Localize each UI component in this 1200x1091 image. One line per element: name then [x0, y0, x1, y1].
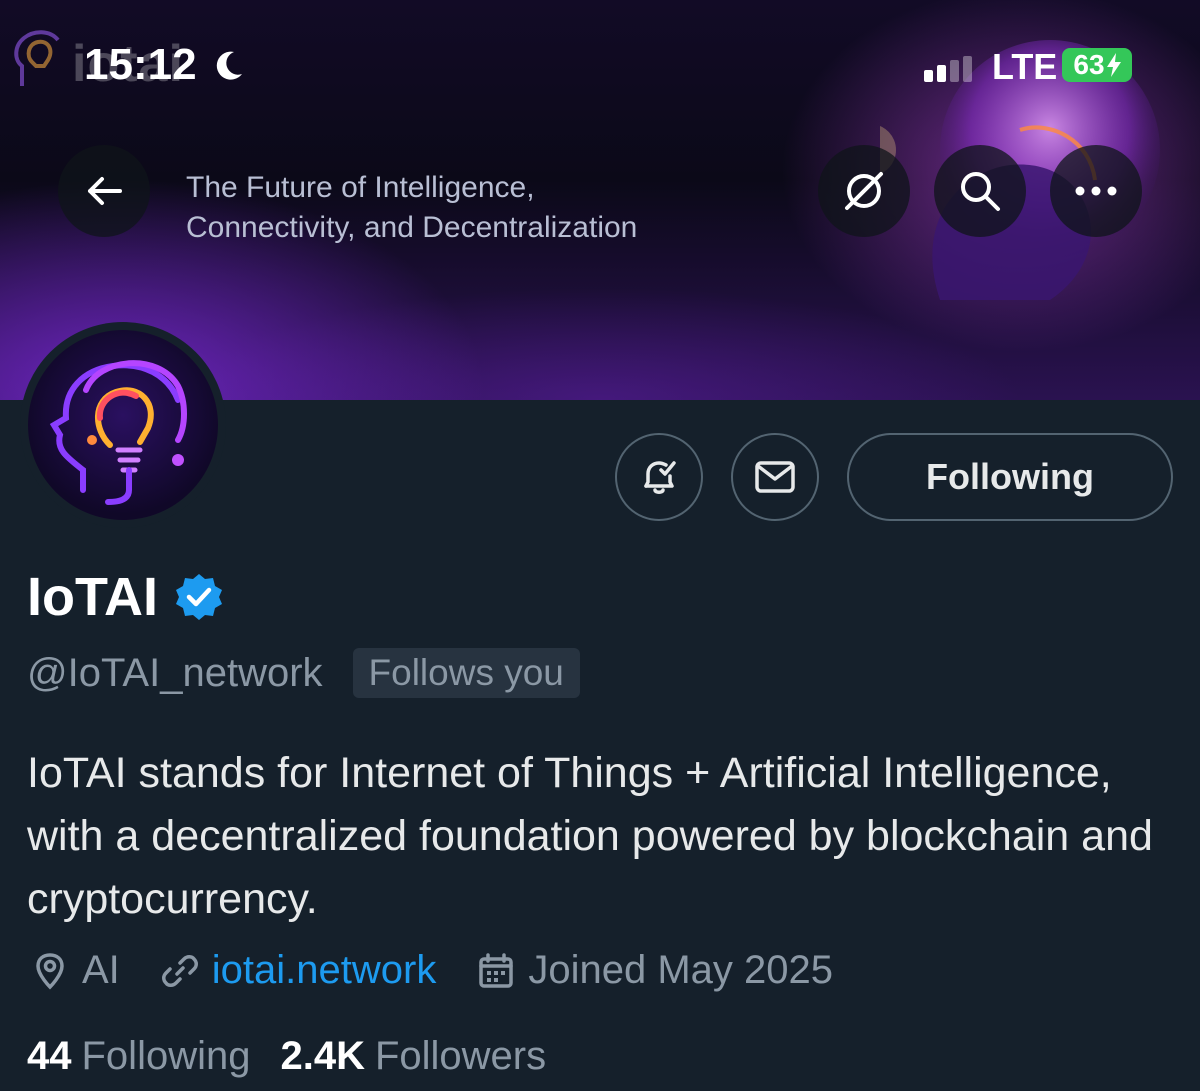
name-row: IoTAI	[27, 566, 224, 628]
joined-text: Joined May 2025	[528, 948, 834, 992]
envelope-icon	[755, 461, 795, 493]
notifications-button[interactable]	[615, 433, 703, 521]
website-item[interactable]: iotai.network	[160, 948, 437, 993]
link-icon	[161, 954, 198, 987]
message-button[interactable]	[731, 433, 819, 521]
profile-meta: AI iotai.network Joined May 2025	[30, 948, 873, 993]
user-handle: @IoTAI_network	[27, 650, 323, 695]
lightbulb-head-logo-icon	[49, 360, 187, 505]
more-button[interactable]	[1050, 145, 1142, 237]
location-item: AI	[30, 948, 120, 993]
handle-row: @IoTAI_network Follows you	[27, 648, 580, 698]
tagline-line-1: The Future of Intelligence,	[186, 171, 535, 204]
grok-icon	[845, 172, 883, 210]
following-button[interactable]: Following	[847, 433, 1173, 521]
search-icon	[961, 172, 1000, 211]
following-count[interactable]: 44	[27, 1034, 72, 1079]
arrow-left-icon	[88, 177, 122, 205]
calendar-icon	[479, 952, 514, 988]
battery-level: 63	[1073, 49, 1105, 80]
verified-badge-icon[interactable]	[174, 572, 224, 622]
signal-icon	[924, 56, 972, 82]
location-pin-icon	[36, 952, 64, 989]
back-button[interactable]	[58, 145, 150, 237]
profile-bio: IoTAI stands for Internet of Things + Ar…	[27, 749, 1153, 923]
network-type: LTE	[992, 46, 1058, 87]
display-name: IoTAI	[27, 567, 158, 627]
bell-check-icon	[644, 461, 676, 494]
followers-count[interactable]: 2.4K	[280, 1034, 365, 1079]
more-icon	[1075, 186, 1117, 196]
follows-you-badge: Follows you	[352, 648, 580, 698]
joined-item: Joined May 2025	[476, 948, 833, 993]
location-text: AI	[82, 948, 120, 992]
banner-tagline: The Future of Intelligence, Connectivity…	[186, 168, 637, 248]
follow-stats: 44 Following 2.4K Followers	[27, 1034, 576, 1079]
search-button[interactable]	[934, 145, 1026, 237]
avatar-image	[28, 330, 218, 520]
profile-avatar[interactable]	[20, 322, 226, 528]
battery-indicator: 63	[1062, 48, 1132, 82]
grok-button[interactable]	[818, 145, 910, 237]
tagline-line-2: Connectivity, and Decentralization	[186, 211, 638, 244]
moon-icon	[216, 51, 242, 80]
charging-bolt-icon	[1106, 53, 1121, 77]
status-time: 15:12	[84, 40, 197, 89]
website-link[interactable]: iotai.network	[212, 948, 437, 993]
followers-label[interactable]: Followers	[375, 1034, 546, 1079]
following-label[interactable]: Following	[82, 1034, 251, 1079]
banner-logo-icon	[14, 30, 60, 86]
